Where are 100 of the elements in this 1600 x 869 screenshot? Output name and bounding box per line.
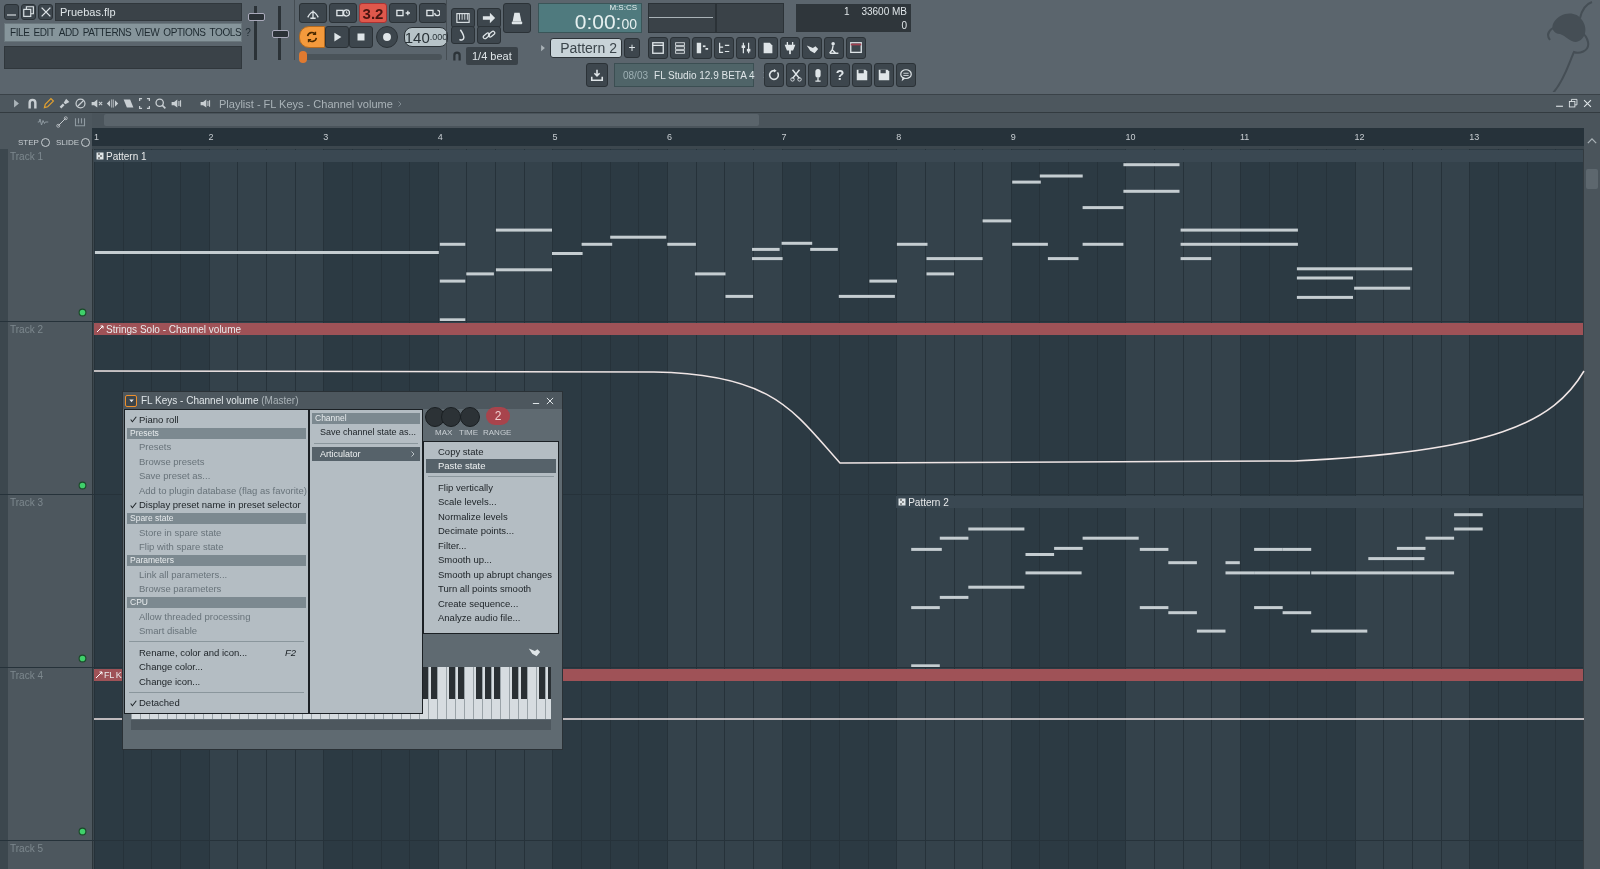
cut-button[interactable] <box>786 63 806 87</box>
step-edit-button[interactable] <box>477 8 501 28</box>
snap-selector[interactable]: 1/4 beat <box>466 47 518 65</box>
menu-item[interactable]: EDIT <box>31 27 57 38</box>
slip-icon[interactable] <box>106 97 119 110</box>
comb-icon[interactable] <box>74 116 86 128</box>
menu-item[interactable]: Piano roll <box>127 412 306 427</box>
menu-item[interactable]: VIEW <box>133 27 162 38</box>
dropdown-button[interactable] <box>125 394 137 407</box>
select-icon[interactable] <box>138 97 151 110</box>
led-icon[interactable] <box>78 827 87 836</box>
song-position-button[interactable]: 3.2 <box>359 3 387 23</box>
delete-icon[interactable] <box>74 97 87 110</box>
record-audio-button[interactable] <box>808 63 828 87</box>
record-button[interactable] <box>376 26 398 48</box>
scrollbar[interactable] <box>131 720 551 730</box>
menu-item[interactable]: Decimate points... <box>426 523 556 538</box>
led-icon[interactable] <box>78 481 87 490</box>
link-button[interactable] <box>477 26 501 44</box>
slider-thumb[interactable] <box>271 30 289 38</box>
menu-item[interactable]: Filter... <box>426 538 556 553</box>
playback-icon[interactable] <box>170 97 183 110</box>
playlist-button[interactable] <box>648 37 668 59</box>
restore-button[interactable] <box>21 4 36 20</box>
knob-icon[interactable] <box>441 407 461 427</box>
plugin-button[interactable] <box>780 37 800 59</box>
menu-item[interactable]: Smooth up abrupt changes <box>426 567 556 582</box>
menu-item[interactable]: Turn all points smooth <box>426 581 556 596</box>
menu-item[interactable]: Smooth up... <box>426 552 556 567</box>
clip-header[interactable]: Pattern 1 <box>94 150 1583 162</box>
browser-button[interactable] <box>714 37 734 59</box>
zoom-icon[interactable] <box>154 97 167 110</box>
slider-thumb[interactable] <box>299 51 307 63</box>
save-button[interactable] <box>852 63 872 87</box>
window-button[interactable] <box>846 37 866 59</box>
add-button[interactable] <box>389 3 417 23</box>
close-icon[interactable] <box>1582 98 1593 109</box>
menu-item[interactable]: OPTIONS <box>161 27 208 38</box>
help-button[interactable]: ? <box>830 63 850 87</box>
magnet-icon[interactable] <box>26 97 39 110</box>
master-knob-button[interactable] <box>503 3 531 33</box>
song-position-slider[interactable] <box>299 51 442 63</box>
channel-rack-button[interactable] <box>670 37 690 59</box>
minimize-button[interactable] <box>4 4 19 20</box>
close-button[interactable] <box>38 4 53 20</box>
refresh-button[interactable] <box>764 63 784 87</box>
menu-item[interactable]: Display preset name in preset selector <box>127 497 306 512</box>
menu-item[interactable]: PATTERNS <box>80 27 134 38</box>
menu-item[interactable]: Articulator <box>312 446 420 461</box>
menu-item[interactable]: Create sequence... <box>426 596 556 611</box>
volume-slider[interactable] <box>246 6 264 60</box>
chat-button[interactable] <box>896 63 916 87</box>
pointer-button[interactable] <box>802 37 822 59</box>
mixer-button[interactable] <box>736 37 756 59</box>
led-icon[interactable] <box>78 308 87 317</box>
playlist-icon <box>651 41 665 55</box>
wait-button[interactable] <box>329 3 357 23</box>
knob-icon[interactable] <box>460 407 480 427</box>
menu-item[interactable]: Rename, color and icon... F2 <box>127 645 306 660</box>
loop-button[interactable] <box>299 26 325 48</box>
mute-icon[interactable] <box>90 97 103 110</box>
speaker-icon[interactable] <box>199 97 212 110</box>
stop-button[interactable] <box>349 26 373 48</box>
menu-section-header: CPU <box>127 597 306 608</box>
slice-icon[interactable] <box>122 97 135 110</box>
play-button[interactable] <box>325 26 349 48</box>
menu-item[interactable]: Analyze audio file... <box>426 610 556 625</box>
menu-item[interactable]: Save channel state as... <box>312 425 420 440</box>
menu-item[interactable]: ADD <box>56 27 81 38</box>
menu-item[interactable]: Copy state <box>426 444 556 459</box>
menu-item[interactable]: TOOLS <box>207 27 244 38</box>
typing-keyboard-button[interactable] <box>451 8 475 28</box>
slider-thumb[interactable] <box>247 13 265 22</box>
brush-icon[interactable] <box>58 97 71 110</box>
menu-item[interactable]: Flip vertically <box>426 480 556 495</box>
mixer-icon <box>739 41 753 55</box>
led-icon[interactable] <box>78 654 87 663</box>
metronome-button[interactable] <box>299 3 327 23</box>
figure-button[interactable] <box>824 37 844 59</box>
close-icon[interactable] <box>545 395 555 406</box>
download-button[interactable] <box>586 63 608 87</box>
add-pattern-button[interactable]: + <box>624 38 640 58</box>
line-icon[interactable] <box>56 116 68 128</box>
restore-icon[interactable] <box>1568 98 1579 109</box>
clip-header[interactable]: Pattern 2 <box>896 496 1583 508</box>
clip-header[interactable]: Strings Solo - Channel volume <box>94 323 1583 335</box>
export-button[interactable] <box>874 63 894 87</box>
loop-record-button[interactable] <box>419 3 447 23</box>
menu-item[interactable]: Detached <box>127 695 306 710</box>
menu-item[interactable]: Paste state <box>426 458 556 473</box>
document-button[interactable] <box>758 37 778 59</box>
menu-item[interactable]: FILE <box>8 27 32 38</box>
pencil-icon[interactable] <box>42 97 55 110</box>
piano-roll-button[interactable] <box>692 37 712 59</box>
pitch-slider[interactable] <box>270 6 288 60</box>
pattern-selector[interactable]: Pattern 2 <box>550 38 622 58</box>
scrollbar[interactable] <box>1583 149 1600 869</box>
note-button[interactable] <box>451 26 475 44</box>
menu-item[interactable]: Scale levels... <box>426 494 556 509</box>
menu-item[interactable]: Normalize levels <box>426 509 556 524</box>
